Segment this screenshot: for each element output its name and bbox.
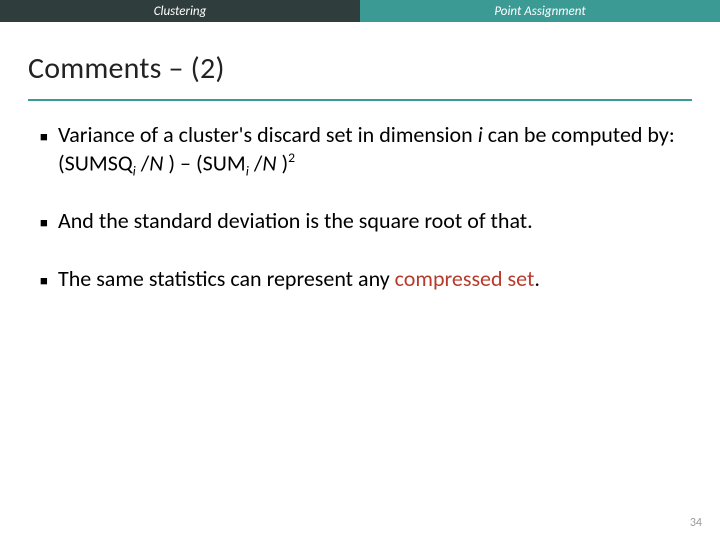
b1-paren-sum: ) – (SUM [163,149,245,176]
bullet-1-text: Variance of a cluster's discard set in d… [58,121,680,179]
b1-slash2: / [249,149,262,176]
tab-point-assignment: Point Assignment [360,0,720,22]
slide: Clustering Point Assignment Comments – (… [0,0,720,540]
b3-red2: set [508,265,535,292]
page-number: 34 [690,516,702,530]
b1-lead: Variance of a cluster's discard set in d… [58,121,478,148]
bullet-marker-icon: ▪ [40,123,58,151]
b1-sup: 2 [288,149,295,166]
bullet-2-text: And the standard deviation is the square… [58,207,680,235]
bullet-3: ▪ The same statistics can represent any … [40,265,680,295]
bullet-marker-icon: ▪ [40,267,58,295]
b1-n1: N [149,149,163,176]
bullet-3-text: The same statistics can represent any co… [58,265,680,293]
topbar: Clustering Point Assignment [0,0,720,22]
b1-slash1: / [136,149,149,176]
title-wrap: Comments – (2) [0,22,720,93]
content: ▪ Variance of a cluster's discard set in… [0,101,720,294]
page-title: Comments – (2) [28,50,692,87]
b3-red1: compressed [395,265,503,292]
b3-c: . [534,265,540,292]
tab-clustering: Clustering [0,0,360,22]
b3-a: The same statistics can represent any [58,265,395,292]
b1-close: ) [277,149,289,176]
bullet-1: ▪ Variance of a cluster's discard set in… [40,121,680,179]
b1-n2: N [262,149,276,176]
bullet-marker-icon: ▪ [40,209,58,237]
bullet-2: ▪ And the standard deviation is the squa… [40,207,680,237]
